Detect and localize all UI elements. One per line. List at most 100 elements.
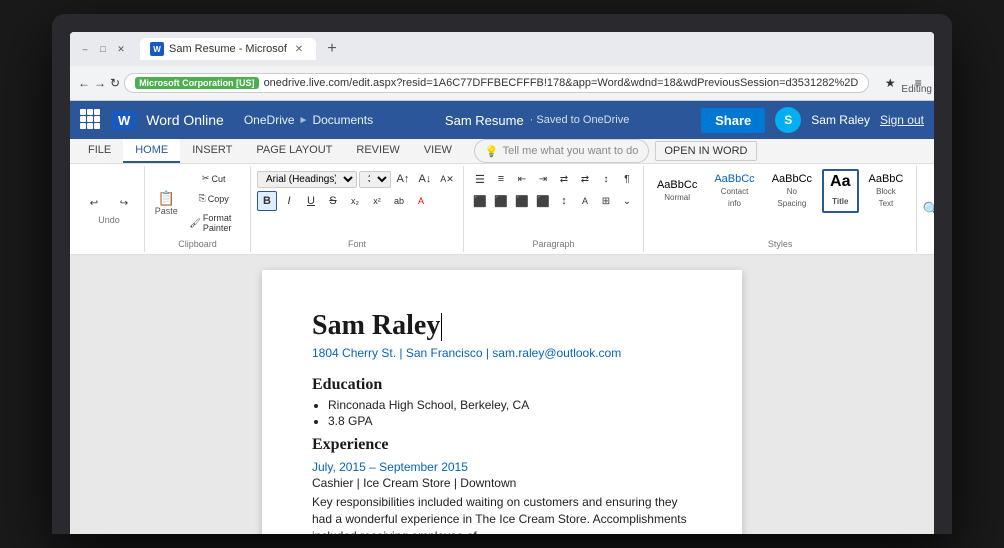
- strikethrough-button[interactable]: S: [323, 191, 343, 211]
- tab-review[interactable]: REVIEW: [344, 139, 411, 163]
- clipboard-group: 📋 Paste ✂ Cut ⎘ Copy 🖌 Format Painter Cl…: [145, 166, 251, 252]
- browser-chrome: – □ ✕ W Sam Resume - Microsof ✕ + ← → ↻ …: [70, 32, 934, 101]
- rtl-button[interactable]: ⇄: [554, 169, 574, 189]
- document-page: Sam Raley 1804 Cherry St. | San Francisc…: [262, 270, 742, 534]
- laptop-frame: – □ ✕ W Sam Resume - Microsof ✕ + ← → ↻ …: [52, 14, 952, 534]
- user-name[interactable]: Sam Raley: [811, 113, 870, 127]
- font-color-button[interactable]: A: [411, 191, 431, 211]
- sort-button[interactable]: ↕: [596, 169, 616, 189]
- word-logo: W: [112, 111, 136, 130]
- open-word-button[interactable]: OPEN IN WORD: [655, 141, 756, 161]
- browser-titlebar: – □ ✕ W Sam Resume - Microsof ✕ +: [70, 32, 934, 66]
- word-app: W Word Online OneDrive ► Documents Sam R…: [70, 101, 934, 534]
- align-right-button[interactable]: ⬛: [512, 191, 532, 211]
- undo-group: ↩ ↪ Undo: [74, 166, 145, 252]
- subscript-button[interactable]: x₂: [345, 191, 365, 211]
- doc-gpa: 3.8 GPA: [328, 414, 692, 428]
- tab-file[interactable]: FILE: [76, 139, 123, 163]
- address-bar[interactable]: Microsoft Corporation [US] onedrive.live…: [124, 73, 869, 93]
- underline-button[interactable]: U: [301, 191, 321, 211]
- paste-button[interactable]: 📋 Paste: [151, 186, 181, 221]
- line-spacing-button[interactable]: ↕: [554, 191, 574, 211]
- ltr-button[interactable]: ⇄: [575, 169, 595, 189]
- bold-button[interactable]: B: [257, 191, 277, 211]
- justify-button[interactable]: ⬛: [533, 191, 553, 211]
- doc-education-title: Education: [312, 376, 692, 394]
- doc-contact: 1804 Cherry St. | San Francisco | sam.ra…: [312, 346, 692, 360]
- secure-badge: Microsoft Corporation [US]: [135, 77, 259, 89]
- word-header: W Word Online OneDrive ► Documents Sam R…: [70, 101, 934, 139]
- clear-format-button[interactable]: A✕: [437, 169, 457, 189]
- highlight-button[interactable]: ab: [389, 191, 409, 211]
- search-group: 🔍: [917, 166, 934, 252]
- share-browser-button[interactable]: ⇧: [933, 70, 934, 96]
- tell-me-input[interactable]: 💡 Tell me what you want to do: [474, 139, 649, 163]
- minimize-button[interactable]: –: [78, 42, 92, 56]
- breadcrumb-onedrive[interactable]: OneDrive: [244, 113, 295, 127]
- search-button[interactable]: 🔍: [921, 199, 934, 219]
- ribbon: FILE HOME INSERT PAGE LAYOUT REVIEW VIEW…: [70, 139, 934, 255]
- file-title-area: Sam Resume · Saved to OneDrive: [383, 113, 691, 128]
- close-button[interactable]: ✕: [114, 42, 128, 56]
- breadcrumb-documents[interactable]: Documents: [312, 113, 373, 127]
- borders-button[interactable]: ⊞: [596, 191, 616, 211]
- font-controls: Arial (Headings) 34 A↑ A↓ A✕ B: [257, 169, 457, 211]
- align-left-button[interactable]: ⬛: [470, 191, 490, 211]
- text-cursor: [441, 313, 442, 341]
- style-contact-info[interactable]: AaBbCcContact info: [707, 170, 761, 212]
- clipboard-label: Clipboard: [178, 239, 217, 249]
- bookmark-button[interactable]: ★: [877, 70, 903, 96]
- undo-button[interactable]: ↩: [80, 194, 108, 213]
- copy-button[interactable]: ⎘ Copy: [183, 189, 244, 208]
- decrease-indent-button[interactable]: ⇤: [512, 169, 532, 189]
- forward-button[interactable]: →: [94, 70, 106, 96]
- font-group: Arial (Headings) 34 A↑ A↓ A✕ B: [251, 166, 464, 252]
- cut-button[interactable]: ✂ Cut: [183, 169, 244, 188]
- align-center-button[interactable]: ⬛: [491, 191, 511, 211]
- tab-insert[interactable]: INSERT: [180, 139, 244, 163]
- redo-button[interactable]: ↪: [110, 194, 138, 213]
- increase-font-button[interactable]: A↑: [393, 169, 413, 189]
- tab-page-layout[interactable]: PAGE LAYOUT: [244, 139, 344, 163]
- doc-job-date: July, 2015 – September 2015: [312, 460, 692, 474]
- increase-indent-button[interactable]: ⇥: [533, 169, 553, 189]
- paragraph-group: ☰ ≡ ⇤ ⇥ ⇄ ⇄ ↕ ¶ ⬛ ⬛: [464, 166, 644, 252]
- sign-out-link[interactable]: Sign out: [880, 113, 924, 127]
- tab-close-button[interactable]: ✕: [292, 42, 306, 56]
- style-no-spacing[interactable]: AaBbCcNo Spacing: [765, 170, 819, 212]
- doc-author-name: Sam Raley: [312, 310, 692, 342]
- apps-grid-button[interactable]: [80, 109, 102, 131]
- maximize-button[interactable]: □: [96, 42, 110, 56]
- doc-education-list: Rinconada High School, Berkeley, CA 3.8 …: [312, 398, 692, 428]
- font-size-select[interactable]: 34: [359, 171, 391, 188]
- style-normal[interactable]: AaBbCcNormal: [650, 176, 704, 206]
- decrease-font-button[interactable]: A↓: [415, 169, 435, 189]
- doc-job-description: Key responsibilities included waiting on…: [312, 494, 692, 534]
- file-name: Sam Resume: [445, 113, 524, 128]
- tab-view[interactable]: VIEW: [412, 139, 464, 163]
- laptop-screen: – □ ✕ W Sam Resume - Microsof ✕ + ← → ↻ …: [70, 32, 934, 534]
- italic-button[interactable]: I: [279, 191, 299, 211]
- refresh-button[interactable]: ↻: [110, 70, 120, 96]
- format-painter-button[interactable]: 🖌 Format Painter: [183, 209, 244, 237]
- tab-home[interactable]: HOME: [123, 139, 180, 163]
- font-family-select[interactable]: Arial (Headings): [257, 171, 357, 188]
- doc-school: Rinconada High School, Berkeley, CA: [328, 398, 692, 412]
- style-block-text[interactable]: AaBbCBlock Text: [862, 170, 911, 212]
- skype-icon[interactable]: S: [775, 107, 801, 133]
- font-label: Font: [348, 239, 366, 249]
- shading-button[interactable]: A: [575, 191, 595, 211]
- style-title[interactable]: AaTitle: [822, 169, 858, 213]
- superscript-button[interactable]: x²: [367, 191, 387, 211]
- bullets-button[interactable]: ☰: [470, 169, 490, 189]
- document-area: Sam Raley 1804 Cherry St. | San Francisc…: [70, 255, 934, 534]
- browser-tab[interactable]: W Sam Resume - Microsof ✕: [140, 38, 316, 60]
- numbering-button[interactable]: ≡: [491, 169, 511, 189]
- word-app-title: Word Online: [146, 112, 224, 128]
- back-button[interactable]: ←: [78, 70, 90, 96]
- styles-label: Styles: [768, 239, 793, 249]
- expand-para-button[interactable]: ⌄: [617, 191, 637, 211]
- share-button[interactable]: Share: [701, 108, 765, 133]
- new-tab-button[interactable]: +: [320, 37, 344, 61]
- show-marks-button[interactable]: ¶: [617, 169, 637, 189]
